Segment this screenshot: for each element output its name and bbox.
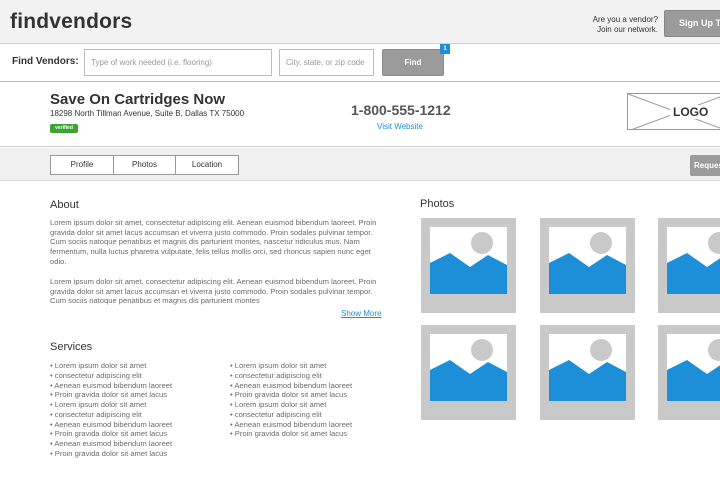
business-header: Save On Cartridges Now 18298 North Tillm… <box>0 82 720 147</box>
about-paragraph: Lorem ipsum dolor sit amet, consectetur … <box>50 218 377 266</box>
service-item: consectetur adipiscing elit <box>230 410 352 420</box>
photo-thumbnail[interactable] <box>421 218 516 313</box>
tab-profile[interactable]: Profile <box>51 156 114 174</box>
service-item: Aenean euismod bibendum laoreet <box>230 381 352 391</box>
visit-website-link[interactable]: Visit Website <box>377 122 423 131</box>
service-item: consectetur adipiscing elit <box>50 371 172 381</box>
tab-photos[interactable]: Photos <box>114 156 176 174</box>
logo-label: LOGO <box>670 105 712 119</box>
photo-thumbnail[interactable] <box>658 218 720 313</box>
service-item: Proin gravida dolor sit amet lacus <box>230 429 352 439</box>
vendor-prompt-line2: Join our network. <box>597 25 658 34</box>
business-logo: LOGO <box>627 93 720 130</box>
image-placeholder-icon <box>549 232 626 294</box>
photos-title: Photos <box>420 198 455 210</box>
image-placeholder-icon <box>667 232 720 294</box>
services-title: Services <box>50 341 93 353</box>
top-header: findvendors Are you a vendor? Join our n… <box>0 0 720 44</box>
photo-thumbnail[interactable] <box>658 325 720 420</box>
service-item: Lorem ipsum dolor sit amet <box>230 361 352 371</box>
show-more-link[interactable]: Show More <box>341 309 381 318</box>
service-item: consectetur adipiscing elit <box>230 371 352 381</box>
location-input[interactable]: City, state, or zip code <box>279 49 374 76</box>
service-item: Lorem ipsum dolor sit amet <box>50 400 172 410</box>
service-item: Proin gravida dolor sit amet lacus <box>230 390 352 400</box>
service-item: Lorem ipsum dolor sit amet <box>230 400 352 410</box>
image-placeholder-icon <box>430 232 507 294</box>
find-vendors-label: Find Vendors: <box>12 56 79 67</box>
vendor-prompt: Are you a vendor? Join our network. <box>593 15 658 35</box>
services-list-right: Lorem ipsum dolor sit amet consectetur a… <box>230 361 352 439</box>
sign-up-button[interactable]: Sign Up Today <box>664 10 720 37</box>
tab-location[interactable]: Location <box>176 156 238 174</box>
work-type-input[interactable]: Type of work needed (i.e. flooring) <box>84 49 272 76</box>
vendor-prompt-line1: Are you a vendor? <box>592 15 658 24</box>
service-item: Aenean euismod bibendum laoreet <box>50 381 172 391</box>
photo-thumbnail[interactable] <box>540 325 635 420</box>
service-item: Aenean euismod bibendum laoreet <box>50 420 172 430</box>
service-item: Lorem ipsum dolor sit amet <box>50 361 172 371</box>
notification-badge: 1 <box>440 44 450 54</box>
service-item: Aenean euismod bibendum laoreet <box>230 420 352 430</box>
services-list-left: Lorem ipsum dolor sit amet consectetur a… <box>50 361 172 459</box>
photo-thumbnail[interactable] <box>421 325 516 420</box>
service-item: Proin gravida dolor sit amet lacus <box>50 449 172 459</box>
tab-group: Profile Photos Location <box>50 155 239 175</box>
service-item: consectetur adipiscing elit <box>50 410 172 420</box>
brand-logo[interactable]: findvendors <box>10 10 132 34</box>
photo-thumbnail[interactable] <box>540 218 635 313</box>
verified-badge: verified <box>50 124 78 133</box>
business-name: Save On Cartridges Now <box>50 91 226 108</box>
request-quote-button[interactable]: Request a Quote <box>690 155 720 176</box>
about-title: About <box>50 199 79 211</box>
image-placeholder-icon <box>667 339 720 401</box>
search-bar: Find Vendors: Type of work needed (i.e. … <box>0 44 720 82</box>
service-item: Proin gravida dolor sit amet lacus <box>50 390 172 400</box>
image-placeholder-icon <box>549 339 626 401</box>
service-item: Proin gravida dolor sit amet lacus <box>50 429 172 439</box>
image-placeholder-icon <box>430 339 507 401</box>
business-address: 18298 North Tillman Avenue, Suite B, Dal… <box>50 109 245 118</box>
service-item: Aenean euismod bibendum laoreet <box>50 439 172 449</box>
phone-number[interactable]: 1-800-555-1212 <box>351 102 451 118</box>
profile-tabs-bar: Profile Photos Location Request a Quote <box>0 148 720 181</box>
about-paragraph: Lorem ipsum dolor sit amet, consectetur … <box>50 277 377 306</box>
find-button[interactable]: Find <box>382 49 444 76</box>
